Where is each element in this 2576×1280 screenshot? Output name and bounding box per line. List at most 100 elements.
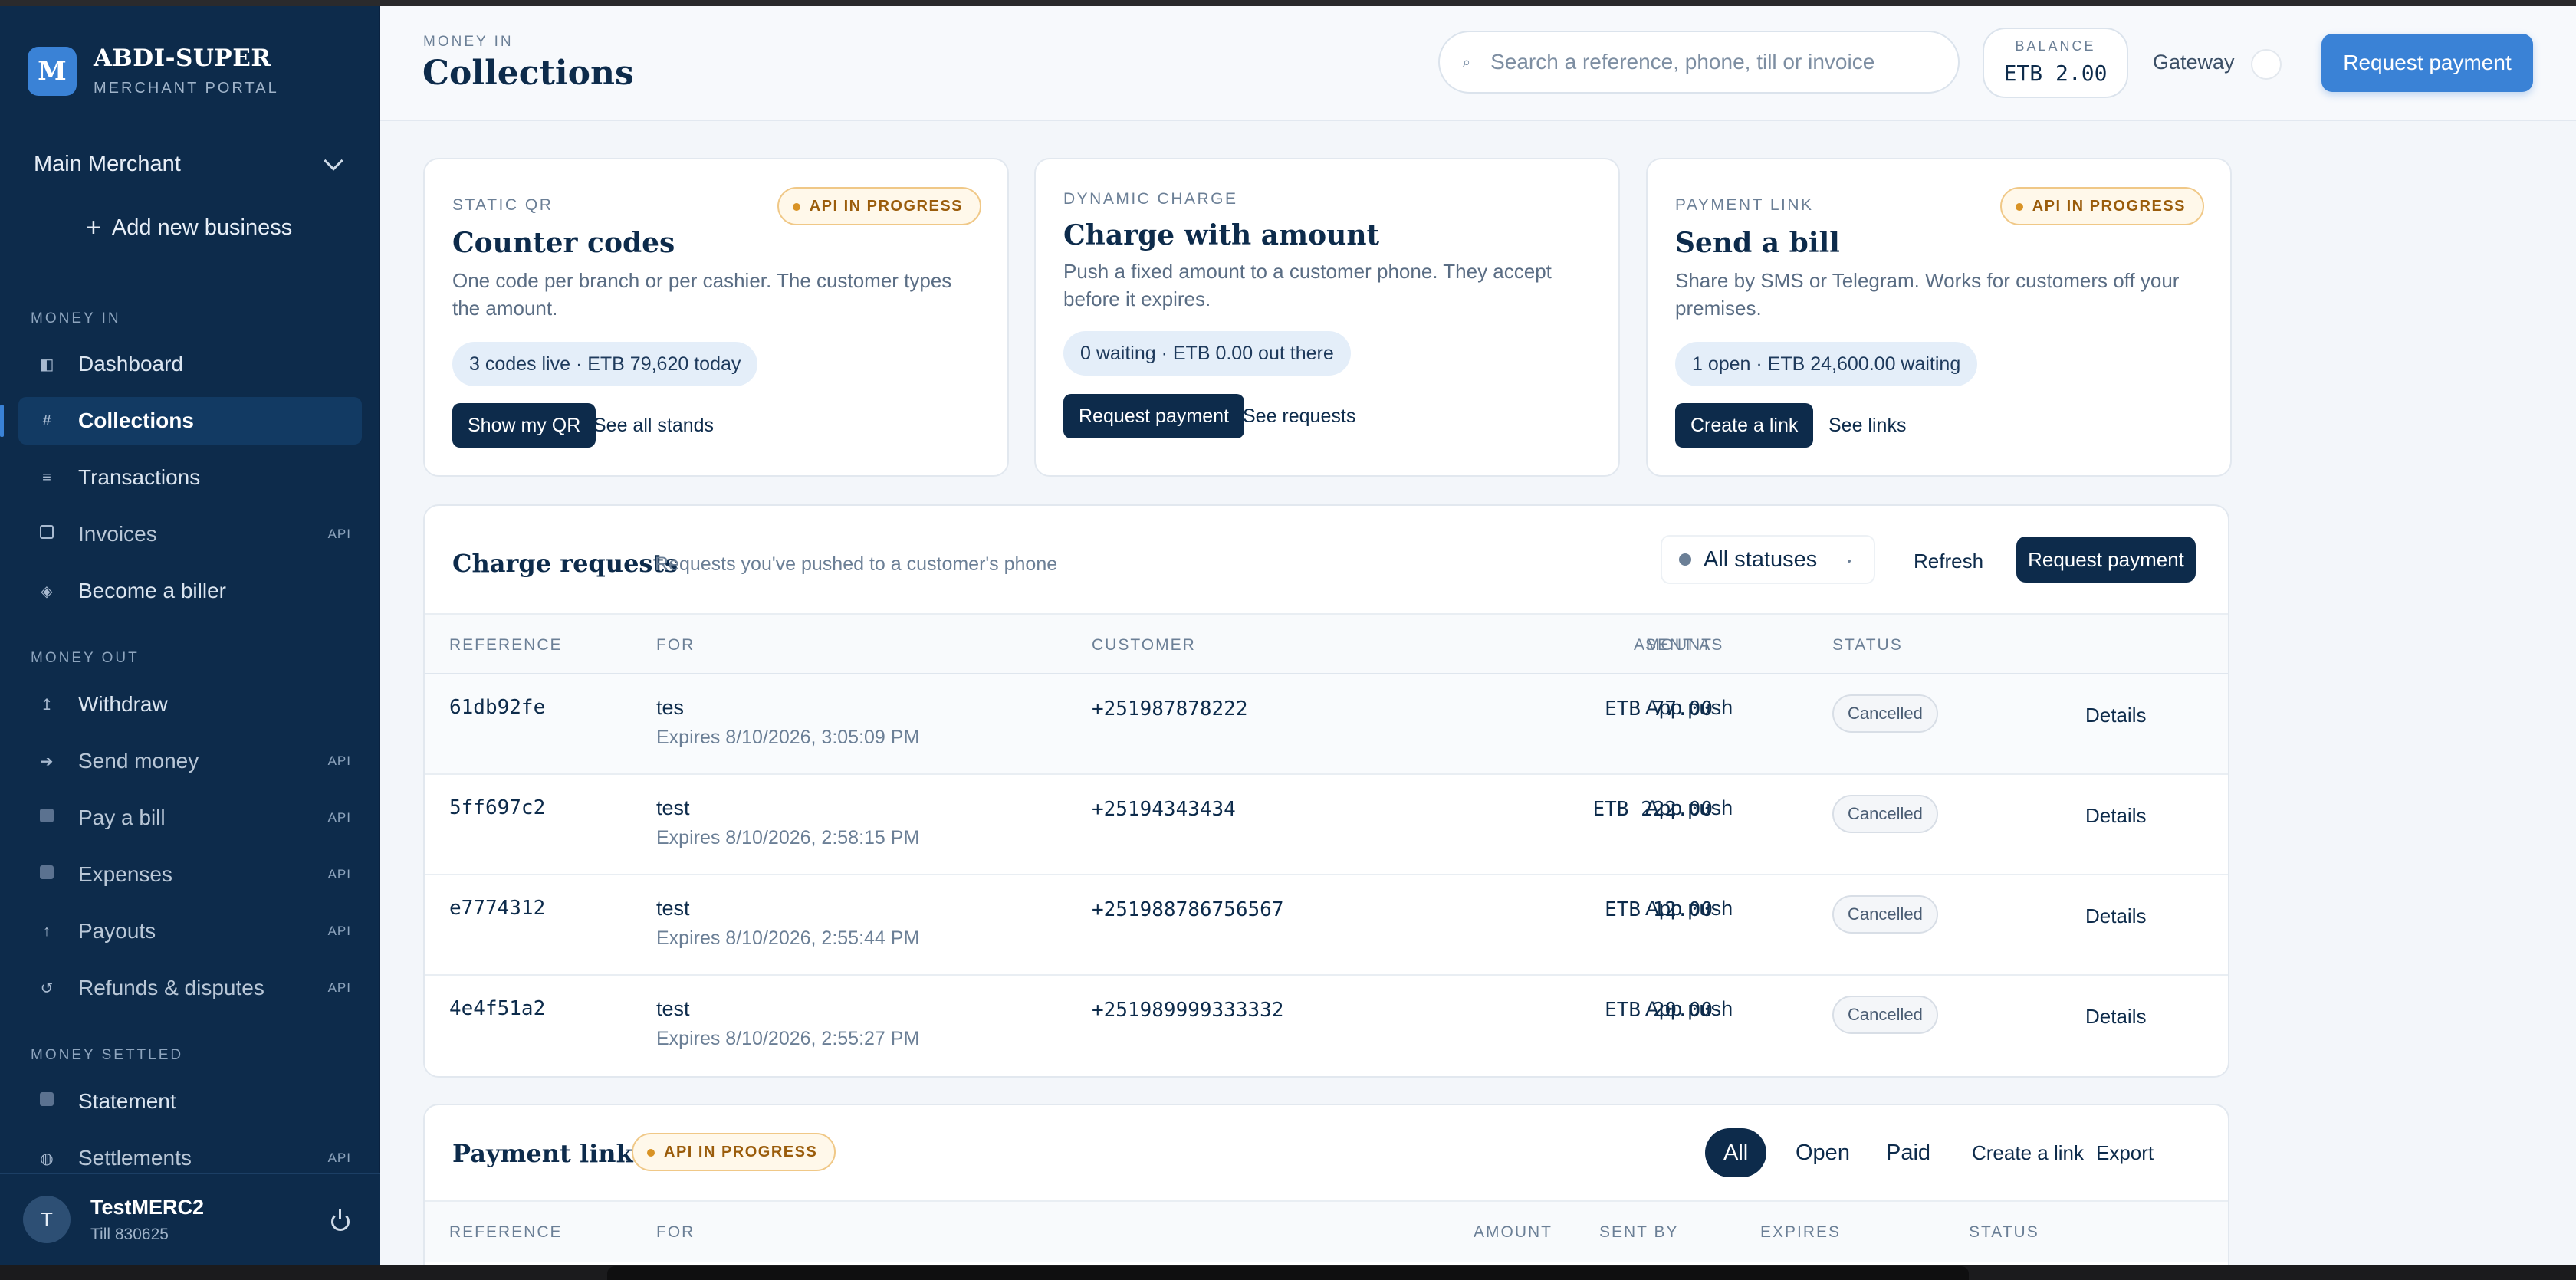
table-row[interactable]: e7774312 test Expires 8/10/2026, 2:55:44… [425,875,2228,976]
table-row[interactable]: 5ff697c2 test Expires 8/10/2026, 2:58:15… [425,775,2228,875]
sidebar-item-label: Send money [78,749,199,773]
expires-cell: Expires 8/10/2026, 3:05:09 PM [656,727,920,748]
api-progress-badge: API IN PROGRESS [777,187,981,225]
show-qr-button[interactable]: Show my QR [452,403,596,448]
card-eyebrow: DYNAMIC CHARGE [1063,190,1238,208]
column-header: CUSTOMER [1092,636,1196,654]
page-eyebrow: MONEY IN [423,34,514,50]
create-link-button[interactable]: Create a link [1675,403,1814,448]
details-link[interactable]: Details [2085,704,2146,727]
table-row[interactable]: 61db92fe tes Expires 8/10/2026, 3:05:09 … [425,674,2228,775]
expires-cell: Expires 8/10/2026, 2:55:44 PM [656,927,920,949]
column-header: STATUS [1832,636,1903,654]
column-header: REFERENCE [449,1223,563,1241]
api-tag: API [327,980,351,995]
see-links-button[interactable]: See links [1829,403,1906,448]
reference-cell: e7774312 [449,897,546,920]
card-title: Send a bill [1675,227,1840,259]
sent-as-cell: App push [1645,796,1733,819]
gateway-toggle[interactable] [2251,49,2282,80]
tab-open[interactable]: Open [1777,1128,1868,1177]
merchant-selector[interactable]: Main Merchant [18,143,356,185]
user-till: Till 830625 [90,1225,169,1243]
section-subtitle: Requests you've pushed to a customer's p… [655,553,1058,575]
search-input[interactable] [1490,50,1921,74]
sidebar-item-become-biller[interactable]: ◈ Become a biller [18,567,362,615]
section-label-money-out: MONEY OUT [31,650,140,666]
section-title: Payment links [452,1139,647,1168]
table-header: REFERENCE FOR AMOUNT SENT BY EXPIRES STA… [425,1200,2228,1262]
sent-as-cell: App push [1645,897,1733,920]
sidebar-item-collections[interactable]: # Collections [0,397,362,445]
column-header: SENT BY [1599,1223,1679,1241]
balance-label: BALANCE [2015,38,2096,54]
brand-subtitle: MERCHANT PORTAL [94,80,279,97]
api-tag: API [327,1150,351,1165]
request-payment-table-button[interactable]: Request payment [2016,537,2196,583]
see-stands-button[interactable]: See all stands [593,403,714,448]
add-business-label: Add new business [111,215,293,240]
card-description: Share by SMS or Telegram. Works for cust… [1675,269,2180,320]
sidebar-item-statement[interactable]: Statement [18,1078,362,1125]
add-business-button[interactable]: + Add new business [86,215,292,241]
details-link[interactable]: Details [2085,1005,2146,1029]
details-link[interactable]: Details [2085,904,2146,928]
sidebar-item-pay-bill[interactable]: Pay a bill API [18,794,362,842]
sidebar-item-label: Statement [78,1089,176,1113]
card-description: One code per branch or per cashier. The … [452,269,952,320]
api-tag: API [327,867,351,881]
sidebar-item-payouts[interactable]: ↑ Payouts API [18,907,362,955]
static-qr-card: STATIC QR API IN PROGRESS Counter codes … [423,158,1009,477]
status-badge: Cancelled [1832,795,1938,833]
status-badge: Cancelled [1832,996,1938,1034]
sidebar-item-invoices[interactable]: Invoices API [18,510,362,558]
request-payment-button[interactable]: Request payment [2321,34,2533,92]
sidebar-item-transactions[interactable]: ≡ Transactions [18,454,362,501]
request-payment-card-button[interactable]: Request payment [1063,394,1244,438]
sidebar-item-label: Expenses [78,862,172,886]
card-stat: 3 codes live · ETB 79,620 today [452,342,758,386]
sidebar-item-send-money[interactable]: ➔ Send money API [18,737,362,785]
api-tag: API [327,753,351,768]
sidebar-item-expenses[interactable]: Expenses API [18,851,362,898]
sidebar-item-refunds[interactable]: ↺ Refunds & disputes API [18,964,362,1012]
sidebar-item-withdraw[interactable]: ↥ Withdraw [18,681,362,728]
card-title: Charge with amount [1063,219,1380,251]
column-header: EXPIRES [1760,1223,1842,1241]
power-icon[interactable] [331,1209,350,1231]
status-dot-icon [1679,553,1691,566]
refresh-icon: ↺ [40,980,54,997]
column-header: FOR [656,1223,695,1241]
arrow-right-icon: ➔ [40,753,54,770]
sidebar-item-label: Dashboard [78,352,183,376]
tab-all[interactable]: All [1705,1128,1767,1177]
status-badge: Cancelled [1832,694,1938,733]
section-label-money-in: MONEY IN [31,310,121,327]
table-header: REFERENCE FOR CUSTOMER AMOUNT SENT AS ST… [425,613,2228,674]
table-row[interactable]: 4e4f51a2 test Expires 8/10/2026, 2:55:27… [425,976,2228,1076]
details-link[interactable]: Details [2085,804,2146,828]
app-window: M ABDI-SUPER MERCHANT PORTAL Main Mercha… [0,6,2576,1265]
export-button[interactable]: Export [2078,1128,2172,1177]
avatar: T [23,1196,71,1243]
api-progress-badge: API IN PROGRESS [632,1133,836,1171]
status-filter-value: All statuses [1704,546,1818,572]
card-description: Push a fixed amount to a customer phone.… [1063,260,1552,310]
charge-requests-panel: Charge requests Requests you've pushed t… [423,504,2229,1078]
sidebar-item-label: Collections [78,409,194,432]
tab-paid[interactable]: Paid [1868,1128,1949,1177]
search-box[interactable]: ⌕ [1438,31,1960,94]
column-header: FOR [656,636,695,654]
diamond-icon: ◈ [41,583,53,600]
user-profile[interactable]: T TestMERC2 Till 830625 [0,1173,380,1265]
refresh-button[interactable]: Refresh [1914,540,1983,583]
sidebar-item-dashboard[interactable]: ◧ Dashboard [18,340,362,388]
page-title: Collections [422,54,634,93]
api-tag: API [327,924,351,938]
customer-cell: +251988786756567 [1092,898,1284,921]
see-requests-button[interactable]: See requests [1243,394,1355,438]
expires-cell: Expires 8/10/2026, 2:55:27 PM [656,1028,920,1049]
settlements-icon: ◍ [40,1150,54,1167]
card-eyebrow: PAYMENT LINK [1675,196,1814,214]
status-filter-select[interactable]: All statuses [1661,535,1875,584]
